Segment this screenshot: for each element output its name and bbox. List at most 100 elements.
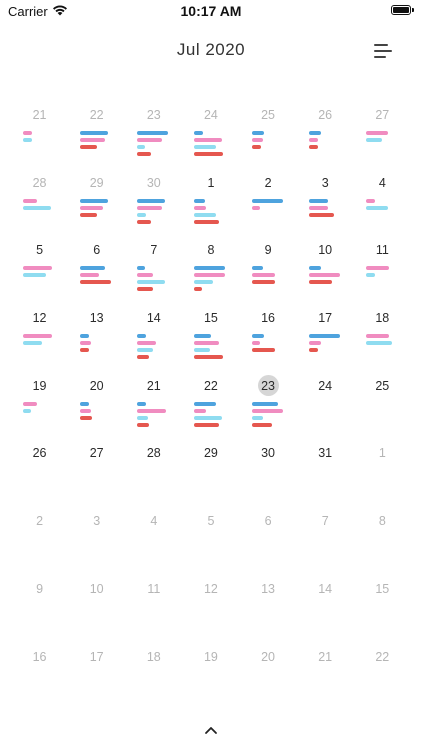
day-cell-today[interactable]: 23 [240, 375, 297, 443]
day-cell[interactable]: 31 [297, 442, 354, 510]
day-cell[interactable]: 24 [182, 104, 239, 172]
day-cell[interactable]: 4 [125, 510, 182, 578]
day-number: 19 [32, 378, 47, 393]
day-cell[interactable]: 9 [11, 578, 68, 646]
menu-line-icon [374, 44, 388, 46]
day-cell[interactable]: 29 [68, 172, 125, 240]
day-cell[interactable]: 5 [11, 239, 68, 307]
day-cell[interactable]: 27 [354, 104, 411, 172]
day-cell[interactable]: 26 [297, 104, 354, 172]
event-bar-pink [308, 138, 318, 142]
day-cell[interactable]: 5 [182, 510, 239, 578]
day-cell[interactable]: 2 [11, 510, 68, 578]
day-cell[interactable]: 10 [68, 578, 125, 646]
day-cell[interactable]: 23 [125, 104, 182, 172]
day-cell[interactable]: 12 [11, 307, 68, 375]
chevron-up-icon[interactable] [203, 724, 219, 736]
day-cell[interactable]: 8 [354, 510, 411, 578]
day-cell[interactable]: 1 [182, 172, 239, 240]
day-cell[interactable]: 14 [297, 578, 354, 646]
event-bar-pink [23, 198, 37, 203]
event-bar-red [194, 219, 220, 224]
day-number: 27 [375, 108, 390, 122]
day-cell[interactable]: 17 [68, 646, 125, 714]
day-cell[interactable]: 13 [240, 578, 297, 646]
event-bar-red [80, 348, 90, 353]
day-cell[interactable]: 29 [182, 442, 239, 510]
day-cell[interactable]: 25 [354, 375, 411, 443]
day-cell[interactable]: 22 [68, 104, 125, 172]
menu-button[interactable] [370, 40, 396, 62]
day-cell[interactable]: 4 [354, 172, 411, 240]
event-bar-blue [251, 131, 264, 135]
event-bar-red [308, 212, 334, 217]
day-cell[interactable]: 9 [240, 239, 297, 307]
day-number: 22 [375, 649, 390, 664]
event-bar-red [80, 145, 98, 149]
day-cell[interactable]: 21 [297, 646, 354, 714]
event-bar-blue [137, 401, 147, 406]
day-cell[interactable]: 30 [240, 442, 297, 510]
day-cell[interactable]: 14 [125, 307, 182, 375]
day-cell[interactable]: 20 [68, 375, 125, 443]
day-cell[interactable]: 24 [297, 375, 354, 443]
day-cell[interactable]: 7 [125, 239, 182, 307]
day-cell[interactable]: 21 [11, 104, 68, 172]
event-bar-blue [80, 401, 90, 406]
day-cell[interactable]: 17 [297, 307, 354, 375]
day-cell[interactable]: 15 [354, 578, 411, 646]
day-cell[interactable]: 16 [11, 646, 68, 714]
day-cell[interactable]: 2 [240, 172, 297, 240]
day-cell[interactable]: 6 [240, 510, 297, 578]
day-cell[interactable]: 26 [11, 442, 68, 510]
day-cell[interactable]: 3 [68, 510, 125, 578]
event-bar-pink [251, 205, 260, 210]
day-number: 23 [240, 375, 297, 397]
event-bar-pink [308, 205, 328, 210]
day-cell[interactable]: 21 [125, 375, 182, 443]
day-number: 26 [32, 446, 47, 461]
day-cell[interactable]: 18 [125, 646, 182, 714]
day-number: 16 [32, 649, 47, 664]
day-cell[interactable]: 13 [68, 307, 125, 375]
event-bar-blue [194, 198, 206, 203]
day-cell[interactable]: 19 [11, 375, 68, 443]
day-cell[interactable]: 22 [354, 646, 411, 714]
day-cell[interactable]: 16 [240, 307, 297, 375]
day-number: 12 [203, 581, 218, 596]
event-bar-pink [308, 341, 321, 346]
event-bar-red [251, 422, 272, 427]
day-number: 17 [89, 649, 104, 664]
day-cell[interactable]: 19 [182, 646, 239, 714]
day-cell[interactable]: 25 [240, 104, 297, 172]
event-bar-red [137, 219, 152, 224]
day-cell[interactable]: 27 [68, 442, 125, 510]
event-bar-red [308, 145, 318, 149]
day-cell[interactable]: 30 [125, 172, 182, 240]
event-bar-pink [365, 131, 388, 135]
event-bar-red [80, 415, 93, 420]
event-bar-cyan [365, 205, 388, 210]
event-bar-pink [23, 334, 52, 339]
day-cell[interactable]: 3 [297, 172, 354, 240]
event-bar-red [194, 152, 224, 156]
event-bar-cyan [194, 212, 217, 217]
day-cell[interactable]: 22 [182, 375, 239, 443]
day-cell[interactable]: 28 [125, 442, 182, 510]
day-cell[interactable]: 11 [125, 578, 182, 646]
day-cell[interactable]: 18 [354, 307, 411, 375]
day-cell[interactable]: 10 [297, 239, 354, 307]
day-cell[interactable]: 20 [240, 646, 297, 714]
day-number: 12 [32, 311, 47, 326]
day-cell[interactable]: 6 [68, 239, 125, 307]
day-cell[interactable]: 1 [354, 442, 411, 510]
event-bar-pink [194, 408, 207, 413]
day-cell[interactable]: 15 [182, 307, 239, 375]
day-cell[interactable]: 7 [297, 510, 354, 578]
status-time: 10:17 AM [180, 3, 242, 19]
day-number: 22 [89, 108, 104, 122]
day-cell[interactable]: 11 [354, 239, 411, 307]
day-cell[interactable]: 8 [182, 239, 239, 307]
day-cell[interactable]: 12 [182, 578, 239, 646]
day-cell[interactable]: 28 [11, 172, 68, 240]
